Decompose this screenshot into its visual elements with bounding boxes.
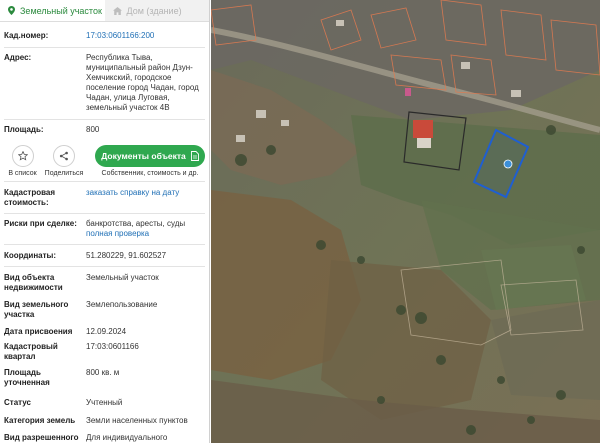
row-category: Категория земель Земли населенных пункто… (0, 416, 209, 426)
areaexact-label: Площадь уточненная (4, 368, 50, 387)
permitted-value: Для индивидуального жилищного строительс… (86, 433, 168, 442)
parcel-center-marker[interactable] (503, 159, 513, 169)
satellite-map[interactable] (211, 0, 600, 443)
order-certificate-link[interactable]: заказать справку на дату (86, 188, 205, 208)
areaexact-value: 800 кв. м (86, 368, 120, 377)
risks-label: Риски при сделке: (4, 219, 77, 228)
address-value: Республика Тыва, муниципальный район Дзу… (86, 53, 199, 112)
row-coordinates: Координаты: 51.280229, 91.602527 (0, 251, 209, 261)
row-object-type: Вид объекта недвижимости Земельный участ… (0, 273, 209, 293)
star-icon (17, 151, 28, 161)
assigned-label: Дата присвоения (4, 327, 73, 336)
row-status: Статус Учтенный (0, 398, 209, 408)
landtype-value: Землепользование (86, 300, 158, 309)
add-to-list-label: В список (8, 170, 37, 177)
row-cadnum: Кад.номер: 17:03:0601166:200 (0, 31, 209, 41)
quarter-label: Кадастровый квартал (4, 342, 58, 361)
share-label: Поделиться (44, 170, 84, 177)
map-imagery (211, 0, 600, 443)
risks-value: банкротства, аресты, суды (86, 219, 186, 228)
row-permitted-use: Вид разрешенного использования Для индив… (0, 433, 209, 443)
tab-house[interactable]: Дом (здание) (104, 0, 209, 21)
pin-icon (8, 6, 15, 15)
add-to-list-button[interactable]: В список (4, 145, 41, 177)
coords-value: 51.280229, 91.602527 (86, 251, 167, 260)
documents-block: Документы объекта Собственник, стоимость… (95, 145, 205, 177)
status-label: Статус (4, 398, 31, 407)
permitted-label: Вид разрешенного использования (4, 433, 79, 442)
row-cadastral-value: Кадастровая стоимость: заказать справку … (0, 188, 209, 208)
objtype-value: Земельный участок (86, 273, 159, 282)
marker-dot (405, 88, 411, 96)
row-cadastral-quarter: Кадастровый квартал 17:03:0601166 (0, 342, 209, 362)
area-value: 800 (86, 125, 100, 134)
address-label: Адрес: (4, 53, 32, 62)
house-icon (112, 6, 122, 15)
row-area: Площадь: 800 (0, 125, 209, 135)
cadvalue-label: Кадастровая стоимость: (4, 188, 56, 207)
object-tabs: Земельный участок Дом (здание) (0, 0, 209, 22)
action-bar: В список Поделиться Документы объекта Со… (0, 135, 209, 177)
documents-caption: Собственник, стоимость и др. (101, 170, 199, 177)
area-label: Площадь: (4, 125, 44, 134)
assigned-value: 12.09.2024 (86, 327, 127, 336)
full-check-link[interactable]: полная проверка (86, 229, 205, 239)
info-panel: Земельный участок Дом (здание) Кад.номер… (0, 0, 210, 443)
quarter-value: 17:03:0601166 (86, 342, 139, 351)
documents-button-label: Документы объекта (101, 151, 186, 161)
objtype-label: Вид объекта недвижимости (4, 273, 63, 292)
status-value: Учтенный (86, 398, 123, 407)
row-assigned-date: Дата присвоения 12.09.2024 (0, 327, 209, 337)
row-land-type: Вид земельного участка Землепользование (0, 300, 209, 320)
documents-button[interactable]: Документы объекта (95, 145, 205, 167)
cadnum-label: Кад.номер: (4, 31, 49, 40)
category-value: Земли населенных пунктов (86, 416, 188, 425)
row-address: Адрес: Республика Тыва, муниципальный ра… (0, 53, 209, 113)
cadnum-value[interactable]: 17:03:0601166:200 (86, 31, 205, 41)
landtype-label: Вид земельного участка (4, 300, 69, 319)
tab-land-plot-label: Земельный участок (20, 5, 102, 16)
share-icon (59, 151, 68, 161)
document-icon (190, 151, 199, 161)
tab-house-label: Дом (здание) (126, 5, 182, 16)
tab-land-plot[interactable]: Земельный участок (0, 0, 105, 21)
coords-label: Координаты: (4, 251, 57, 260)
row-area-exact: Площадь уточненная 800 кв. м (0, 368, 209, 388)
share-button[interactable]: Поделиться (45, 145, 83, 177)
category-label: Категория земель (4, 416, 76, 425)
row-risks: Риски при сделке: банкротства, аресты, с… (0, 219, 209, 239)
